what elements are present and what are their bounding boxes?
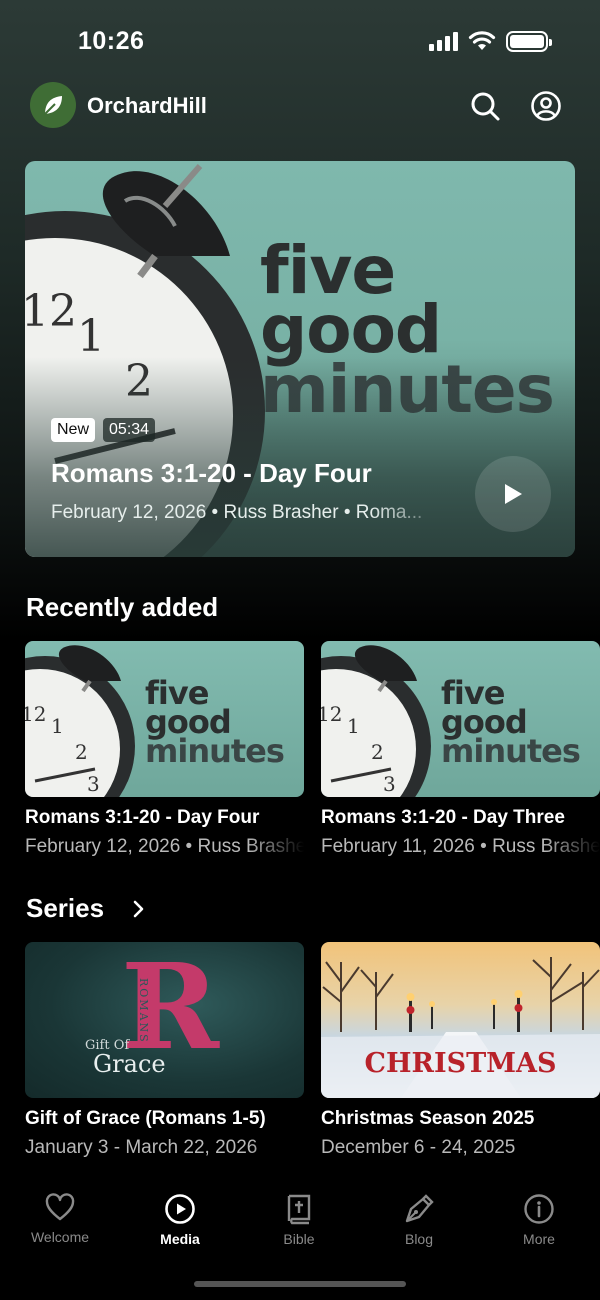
svg-text:2: 2 bbox=[75, 740, 88, 764]
app-header: OrchardHill bbox=[30, 82, 570, 130]
pen-icon bbox=[405, 1194, 434, 1223]
status-bar: 10:26 bbox=[0, 0, 600, 80]
home-indicator bbox=[194, 1281, 406, 1287]
svg-text:12: 12 bbox=[321, 702, 342, 726]
leaf-icon bbox=[44, 96, 62, 115]
media-card[interactable]: 12 1 2 3 five good minutes Romans 3:1-20… bbox=[25, 641, 304, 858]
media-subtitle: February 12, 2026 • Russ Brasher bbox=[25, 836, 304, 857]
series-title: Christmas Season 2025 bbox=[321, 1108, 535, 1129]
series-card[interactable]: CHRISTMAS Christmas Season 2025 December… bbox=[321, 942, 600, 1159]
series-subtitle: December 6 - 24, 2025 bbox=[321, 1137, 516, 1158]
status-icons bbox=[429, 30, 552, 52]
search-icon[interactable] bbox=[469, 90, 501, 122]
series-heading-label: Series bbox=[26, 893, 105, 923]
bible-icon bbox=[287, 1194, 311, 1225]
media-card[interactable]: 12 1 2 3 five good minutes Romans 3:1-20… bbox=[321, 641, 600, 858]
cellular-signal-icon bbox=[429, 31, 458, 51]
app-logo[interactable] bbox=[30, 82, 76, 128]
svg-text:1: 1 bbox=[77, 311, 105, 362]
series-card[interactable]: R ROMANS Gift Of Grace Gift of Grace (Ro… bbox=[25, 942, 304, 1159]
svg-text:3: 3 bbox=[383, 772, 396, 796]
play-button[interactable] bbox=[475, 456, 551, 532]
app-name[interactable]: OrchardHill bbox=[87, 93, 207, 119]
svg-text:2: 2 bbox=[371, 740, 384, 764]
chevron-right-icon[interactable] bbox=[131, 900, 145, 918]
battery-icon bbox=[506, 30, 552, 52]
svg-text:12: 12 bbox=[25, 702, 46, 726]
hero-title: Romans 3:1-20 - Day Four bbox=[51, 458, 372, 488]
play-circle-icon bbox=[165, 1194, 195, 1224]
media-title: Romans 3:1-20 - Day Three bbox=[321, 807, 565, 828]
series-thumbnail: CHRISTMAS bbox=[321, 942, 600, 1098]
tab-media[interactable]: Media bbox=[125, 1193, 235, 1247]
featured-media-card[interactable]: 12 1 2 five good minutes New 05:34 Roman… bbox=[25, 161, 575, 557]
media-title: Romans 3:1-20 - Day Four bbox=[25, 807, 260, 828]
tab-welcome[interactable]: Welcome bbox=[5, 1193, 115, 1245]
play-icon bbox=[505, 484, 522, 504]
alarm-clock-illustration: 12 1 2 3 bbox=[25, 645, 135, 797]
hero-badges: New 05:34 bbox=[51, 418, 156, 442]
new-badge: New bbox=[51, 418, 96, 442]
media-subtitle: February 11, 2026 • Russ Brasher bbox=[321, 836, 600, 857]
info-icon bbox=[524, 1194, 554, 1224]
svg-text:12: 12 bbox=[25, 286, 77, 337]
tab-bible[interactable]: Bible bbox=[244, 1193, 354, 1247]
wifi-icon bbox=[468, 31, 496, 50]
svg-text:1: 1 bbox=[51, 714, 64, 738]
media-thumbnail: 12 1 2 3 five good minutes bbox=[321, 641, 600, 797]
series-title: Gift of Grace (Romans 1-5) bbox=[25, 1108, 266, 1129]
duration-badge: 05:34 bbox=[103, 418, 156, 442]
series-heading[interactable]: Series bbox=[26, 893, 104, 924]
account-icon[interactable] bbox=[530, 90, 562, 122]
recently-added-heading: Recently added bbox=[26, 592, 219, 622]
series-thumbnail: R ROMANS Gift Of Grace bbox=[25, 942, 304, 1098]
media-thumbnail: 12 1 2 3 five good minutes bbox=[25, 641, 304, 797]
tab-more[interactable]: More bbox=[484, 1193, 594, 1247]
status-time: 10:26 bbox=[78, 27, 145, 55]
series-subtitle: January 3 - March 22, 2026 bbox=[25, 1137, 258, 1158]
alarm-clock-illustration: 12 1 2 3 bbox=[321, 645, 431, 797]
heart-icon bbox=[45, 1193, 75, 1221]
hero-meta: February 12, 2026 • Russ Brasher • Roma.… bbox=[51, 502, 423, 523]
svg-text:3: 3 bbox=[87, 772, 100, 796]
tab-blog[interactable]: Blog bbox=[364, 1193, 474, 1247]
svg-text:1: 1 bbox=[347, 714, 360, 738]
